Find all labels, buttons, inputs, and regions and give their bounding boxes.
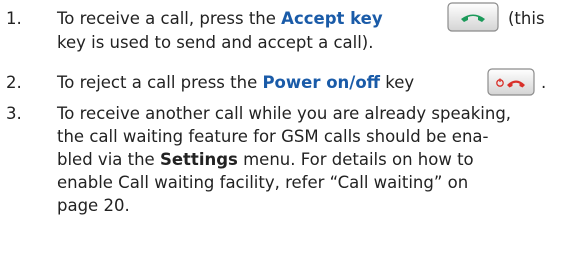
item-text: To reject a call press the: [57, 73, 263, 92]
list-number: 3.: [6, 104, 22, 123]
page: { "items": [ { "number": "1.", "line1_pr…: [0, 0, 568, 262]
power-end-call-key-icon: [487, 68, 535, 96]
item-3-line-3: bled via the Settings menu. For details …: [57, 150, 474, 170]
item-3-line-5: page 20.: [57, 196, 130, 215]
item-3-line-2: the call waiting feature for GSM calls s…: [57, 127, 489, 146]
item-text: To receive a call, press the: [57, 9, 282, 28]
item-text: key: [380, 73, 415, 92]
accept-call-key-icon: [447, 2, 499, 32]
item-text: menu. For details on how to: [237, 150, 474, 169]
item-1-line-1: To receive a call, press the Accept key: [57, 9, 383, 29]
item-1-line-2: key is used to send and accept a call).: [57, 33, 374, 52]
item-text: bled via the: [57, 150, 160, 169]
list-number: 1.: [6, 9, 22, 28]
item-1-line-1-end: (this: [508, 9, 545, 28]
list-number: 2.: [6, 73, 22, 92]
item-2-period: .: [541, 73, 547, 92]
power-key-label: Power on/off: [262, 73, 381, 92]
item-3-line-4: enable Call waiting facility, refer “Cal…: [57, 173, 469, 192]
item-3-line-1: To receive another call while you are al…: [57, 104, 512, 123]
item-2-line-1: To reject a call press the Power on/off …: [57, 73, 414, 93]
accept-key-label: Accept key: [281, 9, 383, 28]
settings-menu-label: Settings: [159, 150, 238, 169]
